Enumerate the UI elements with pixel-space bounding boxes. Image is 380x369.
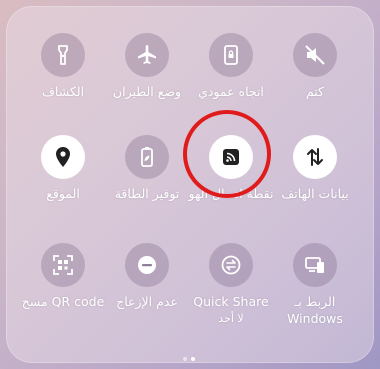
- mobile-data-icon: [307, 148, 323, 166]
- tile-label: كتم: [305, 84, 325, 99]
- windows-toggle[interactable]: [293, 243, 337, 287]
- tile-quick-share[interactable]: Quick Share لا أحد: [186, 243, 276, 327]
- tile-label: الربط بـ Windows: [287, 294, 343, 326]
- tile-airplane[interactable]: وضع الطيران: [102, 33, 192, 100]
- tile-dnd[interactable]: عدم الإزعاج: [102, 243, 192, 310]
- highlight-ring: [183, 110, 271, 198]
- tile-mobile-data[interactable]: بيانات الهاتف: [270, 135, 360, 202]
- quick-share-sublabel: لا أحد: [218, 312, 244, 325]
- link-to-windows-icon: [305, 257, 324, 273]
- do-not-disturb-icon: [138, 256, 156, 274]
- tile-qr[interactable]: مسح QR code: [18, 243, 108, 310]
- battery-leaf-icon: [141, 147, 153, 167]
- quick-share-icon: [221, 255, 241, 275]
- tile-label: توفير الطاقة: [114, 186, 180, 201]
- portrait-lock-icon: [224, 45, 238, 65]
- tile-windows[interactable]: الربط بـ Windows: [270, 243, 360, 327]
- airplane-icon: [138, 45, 156, 64]
- tile-mute[interactable]: كتم: [270, 33, 360, 100]
- tile-power-saving[interactable]: توفير الطاقة: [102, 135, 192, 202]
- tile-label: عدم الإزعاج: [116, 294, 178, 309]
- tile-portrait[interactable]: اتجاه عمودي: [186, 33, 276, 100]
- power-saving-toggle[interactable]: [125, 135, 169, 179]
- quick-share-toggle[interactable]: [209, 243, 253, 287]
- portrait-toggle[interactable]: [209, 33, 253, 77]
- airplane-toggle[interactable]: [125, 33, 169, 77]
- quick-share-label: Quick Share: [193, 294, 269, 309]
- tile-flashlight[interactable]: الكشاف: [18, 33, 108, 100]
- location-pin-icon: [56, 147, 70, 167]
- tile-label: مسح QR code: [21, 294, 105, 309]
- mobile-data-toggle[interactable]: [293, 135, 337, 179]
- page-dot-active[interactable]: [191, 357, 195, 361]
- qr-toggle[interactable]: [41, 243, 85, 287]
- tile-label: Quick Share لا أحد: [186, 293, 276, 327]
- tile-label: بيانات الهاتف: [281, 186, 349, 201]
- location-toggle[interactable]: [41, 135, 85, 179]
- flashlight-toggle[interactable]: [41, 33, 85, 77]
- tile-label: وضع الطيران: [112, 84, 182, 99]
- mute-icon: [305, 45, 325, 65]
- qr-scan-icon: [53, 255, 73, 275]
- mute-toggle[interactable]: [293, 33, 337, 77]
- flashlight-icon: [58, 45, 68, 65]
- tile-label: الكشاف: [41, 84, 85, 99]
- dnd-toggle[interactable]: [125, 243, 169, 287]
- page-indicator: [183, 346, 199, 365]
- tile-label: اتجاه عمودي: [198, 84, 264, 99]
- tile-label: الموقع: [46, 186, 80, 201]
- page-dot[interactable]: [183, 357, 187, 361]
- tile-location[interactable]: الموقع: [18, 135, 108, 202]
